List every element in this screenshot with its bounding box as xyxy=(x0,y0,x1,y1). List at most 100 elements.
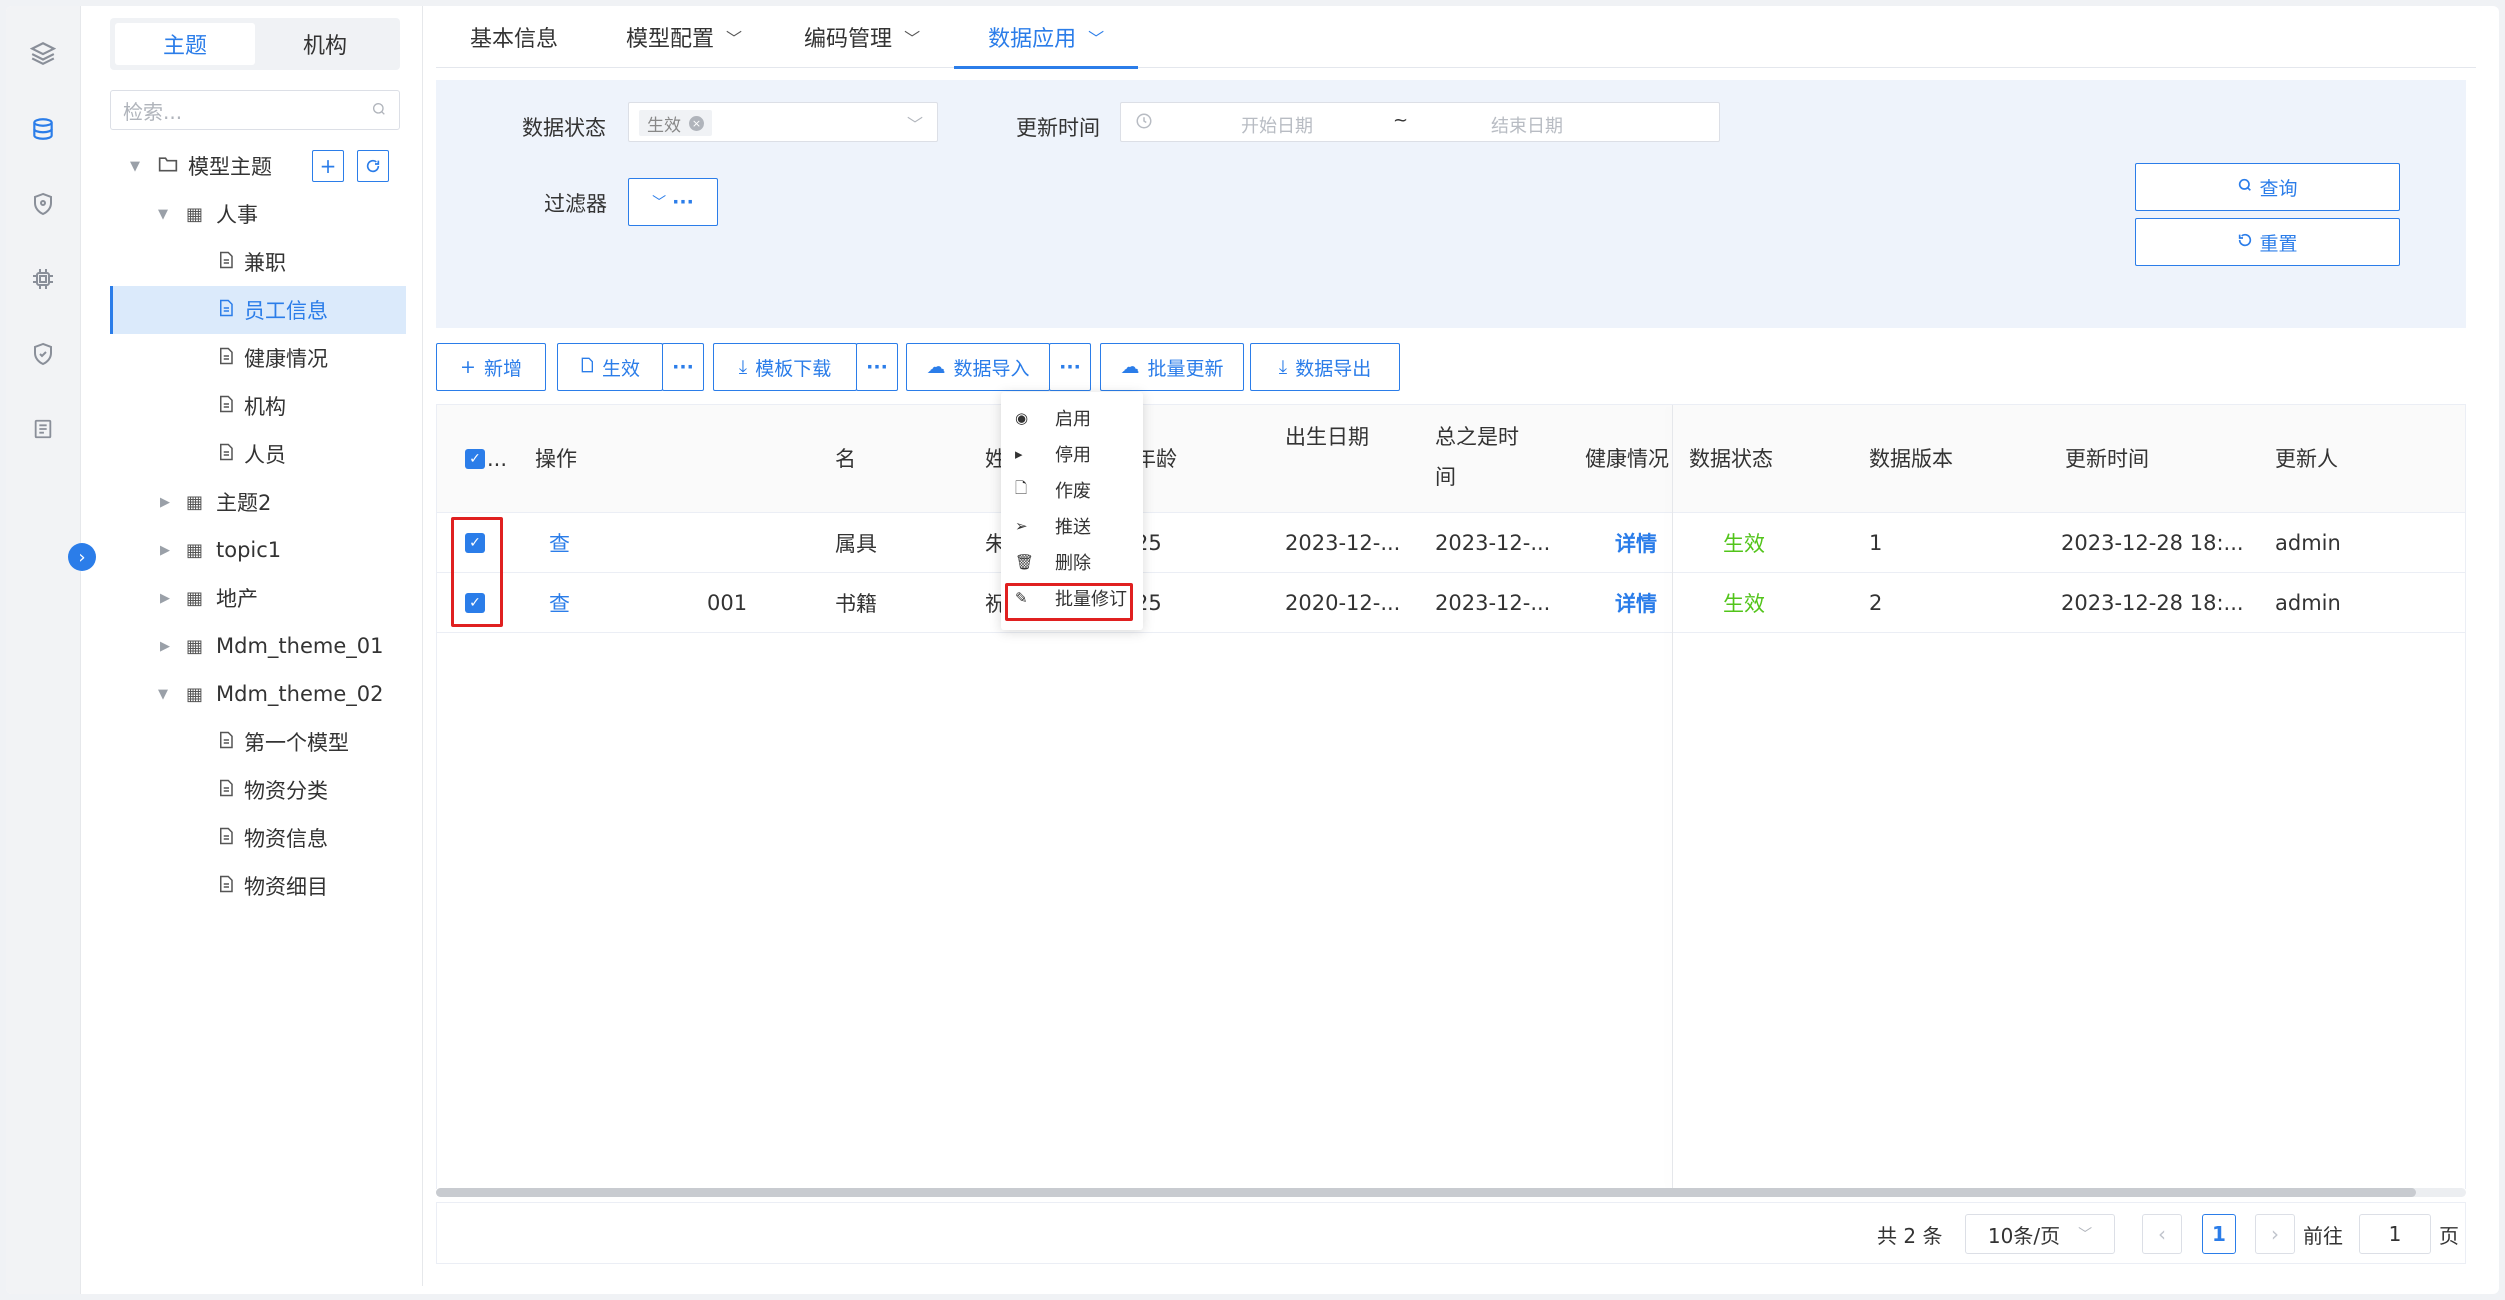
add-node-button[interactable]: + xyxy=(312,150,344,182)
data-import-button[interactable]: ☁ 数据导入 xyxy=(906,343,1050,391)
shield-icon[interactable] xyxy=(28,189,58,219)
filter-label: 过滤器 xyxy=(544,192,607,216)
data-export-button[interactable]: ⤓ 数据导出 xyxy=(1250,343,1400,391)
tree-node-realestate[interactable]: ▶ ▦ 地产 xyxy=(110,574,406,622)
caret-right-icon[interactable]: ▶ xyxy=(160,591,170,606)
status-badge: 生效 xyxy=(1723,532,1765,556)
select-all-checkbox[interactable]: ✓ xyxy=(465,449,485,469)
grid-icon: ▦ xyxy=(186,491,204,513)
tab-model-config[interactable]: 模型配置 ﹀ xyxy=(626,6,742,68)
grid-icon: ▦ xyxy=(186,587,204,609)
goto-page-input[interactable]: 1 xyxy=(2359,1214,2431,1254)
tree-node-mdm02[interactable]: ▼ ▦ Mdm_theme_02 xyxy=(110,670,406,718)
effective-dropdown-menu: ◉ 启用 ▸ 停用 🗋 作废 ➢ 推送 🗑 删除 ✎ 批量修订 xyxy=(1001,392,1143,630)
add-button[interactable]: + 新增 xyxy=(436,343,546,391)
health-detail-link[interactable]: 详情 xyxy=(1615,573,1657,633)
tree-node-root[interactable]: ▼ 模型主题 + xyxy=(110,142,406,190)
tree-node-person[interactable]: 人员 xyxy=(110,430,406,478)
query-button[interactable]: 查询 xyxy=(2135,163,2400,211)
tree-node-theme2[interactable]: ▶ ▦ 主题2 xyxy=(110,478,406,526)
segment-switch: 主题 机构 xyxy=(110,18,400,70)
clock-icon xyxy=(1135,111,1153,135)
caret-right-icon[interactable]: ▶ xyxy=(160,543,170,558)
horizontal-scrollbar[interactable] xyxy=(436,1188,2416,1197)
tree-node-health[interactable]: 健康情况 xyxy=(110,334,406,382)
security-shield-icon[interactable] xyxy=(28,339,58,369)
page-size-select[interactable]: 10条/页 ﹀ xyxy=(1965,1214,2115,1254)
file-icon xyxy=(218,826,234,850)
effective-button[interactable]: 生效 xyxy=(557,343,663,391)
view-button[interactable]: 查 xyxy=(549,513,570,573)
panel-divider xyxy=(422,6,423,1286)
next-page-button[interactable]: › xyxy=(2255,1214,2295,1254)
prev-page-button[interactable]: ‹ xyxy=(2142,1214,2182,1254)
close-icon[interactable]: × xyxy=(689,115,704,131)
main-content: 基本信息 模型配置 ﹀ 编码管理 ﹀ 数据应用 ﹀ 数据状态 生效 × ﹀ 更新时间 xyxy=(436,6,2476,1294)
tree-node-employee-info[interactable]: 员工信息 xyxy=(110,286,406,334)
tab-basic-info[interactable]: 基本信息 xyxy=(470,6,558,68)
tree-node-material-detail[interactable]: 物资细目 xyxy=(110,862,406,910)
document-list-icon[interactable] xyxy=(28,414,58,444)
template-download-button[interactable]: ⤓ 模板下载 xyxy=(713,343,857,391)
caret-down-icon[interactable]: ▼ xyxy=(158,687,168,702)
effective-more-button[interactable]: ··· xyxy=(662,343,704,391)
status-tag: 生效 × xyxy=(639,110,712,136)
menu-item-push[interactable]: ➢ 推送 xyxy=(1001,508,1143,544)
expand-rail-chevron-icon[interactable]: › xyxy=(68,543,96,571)
page-1-button[interactable]: 1 xyxy=(2202,1214,2236,1254)
health-detail-link[interactable]: 详情 xyxy=(1615,513,1657,573)
tree-node-hr[interactable]: ▼ ▦ 人事 xyxy=(110,190,406,238)
grid-icon: ▦ xyxy=(186,203,204,225)
app-window: › 主题 机构 检索... ▼ 模型主题 + ▼ ▦ 人事 兼职 员工信息 健康… xyxy=(6,6,2499,1294)
menu-item-delete[interactable]: 🗑 删除 xyxy=(1001,544,1143,580)
file-icon xyxy=(218,874,234,898)
segment-org[interactable]: 机构 xyxy=(255,23,395,65)
menu-item-enable[interactable]: ◉ 启用 xyxy=(1001,400,1143,436)
date-range-picker[interactable]: 开始日期 ~ 结束日期 xyxy=(1120,102,1720,142)
tree-node-topic1[interactable]: ▶ ▦ topic1 xyxy=(110,526,406,574)
view-button[interactable]: 查 xyxy=(549,573,570,633)
icon-rail xyxy=(6,6,81,1294)
end-date-input[interactable]: 结束日期 xyxy=(1491,112,1563,138)
tree-node-material-info[interactable]: 物资信息 xyxy=(110,814,406,862)
batch-update-button[interactable]: ☁ 批量更新 xyxy=(1100,343,1244,391)
filter-dropdown-button[interactable]: ﹀ ··· xyxy=(628,178,718,226)
table-row[interactable]: ✓ 查 001 书籍 祝 25 2020-12-... 2023-12-... … xyxy=(437,573,2465,633)
menu-item-void[interactable]: 🗋 作废 xyxy=(1001,472,1143,508)
search-placeholder: 检索... xyxy=(123,99,183,124)
chevron-down-icon: ﹀ xyxy=(2078,1227,2093,1243)
grid-icon: ▦ xyxy=(186,635,204,657)
file-icon xyxy=(218,346,234,370)
layers-icon[interactable] xyxy=(28,38,58,68)
tab-code-manage[interactable]: 编码管理 ﹀ xyxy=(804,6,920,68)
tab-data-apply[interactable]: 数据应用 ﹀ xyxy=(954,6,1139,69)
database-icon[interactable] xyxy=(28,114,58,144)
caret-down-icon[interactable]: ▼ xyxy=(130,159,140,174)
start-date-input[interactable]: 开始日期 xyxy=(1241,112,1313,138)
trash-icon: 🗑 xyxy=(1015,553,1035,571)
tree-node-org[interactable]: 机构 xyxy=(110,382,406,430)
tree-search-input[interactable]: 检索... xyxy=(110,90,400,130)
refresh-icon[interactable] xyxy=(357,150,389,182)
tree-node-parttime[interactable]: 兼职 xyxy=(110,238,406,286)
import-more-button[interactable]: ··· xyxy=(1049,343,1091,391)
template-more-button[interactable]: ··· xyxy=(856,343,898,391)
fixed-column-divider xyxy=(1672,405,1673,1190)
chip-icon[interactable] xyxy=(28,264,58,294)
tree-node-material-class[interactable]: 物资分类 xyxy=(110,766,406,814)
caret-right-icon[interactable]: ▶ xyxy=(160,639,170,654)
send-icon: ➢ xyxy=(1015,517,1028,535)
tree-node-mdm01[interactable]: ▶ ▦ Mdm_theme_01 xyxy=(110,622,406,670)
menu-item-disable[interactable]: ▸ 停用 xyxy=(1001,436,1143,472)
table-row[interactable]: ✓ 查 属具 朱 25 2023-12-... 2023-12-... 详情 生… xyxy=(437,513,2465,573)
reset-button[interactable]: 重置 xyxy=(2135,218,2400,266)
caret-down-icon[interactable]: ▼ xyxy=(158,207,168,222)
chevron-down-icon: ﹀ xyxy=(1088,29,1105,48)
segment-theme[interactable]: 主题 xyxy=(115,23,255,65)
file-icon xyxy=(218,442,234,466)
filter-panel: 数据状态 生效 × ﹀ 更新时间 开始日期 ~ 结束日期 过滤器 ﹀ ··· 查… xyxy=(436,80,2466,328)
status-select[interactable]: 生效 × ﹀ xyxy=(628,102,938,142)
tree-node-first-model[interactable]: 第一个模型 xyxy=(110,718,406,766)
caret-right-icon[interactable]: ▶ xyxy=(160,495,170,510)
file-icon xyxy=(218,250,234,274)
